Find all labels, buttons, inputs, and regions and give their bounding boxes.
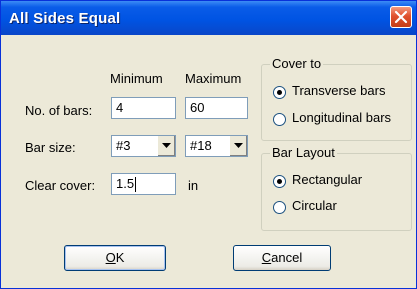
longitudinal-bars-radio[interactable] — [273, 113, 286, 126]
no-of-bars-label: No. of bars: — [25, 103, 93, 118]
chevron-down-icon[interactable] — [229, 136, 247, 156]
max-bar-size-value: #18 — [190, 138, 212, 153]
dialog-window: All Sides Equal Minimum Maximum No. of b… — [0, 0, 417, 289]
longitudinal-bars-label[interactable]: Longitudinal bars — [292, 110, 391, 125]
cover-to-group: Cover to Transverse bars Longitudinal ba… — [261, 56, 412, 141]
rectangular-radio[interactable] — [273, 175, 286, 188]
maximum-header: Maximum — [185, 71, 242, 86]
bar-layout-group: Bar Layout Rectangular Circular — [261, 145, 412, 231]
cancel-label-rest: ancel — [271, 250, 303, 265]
ok-label-rest: K — [115, 250, 125, 265]
clear-cover-label: Clear cover: — [25, 178, 96, 193]
min-bar-size-select[interactable]: #3 — [111, 135, 176, 157]
bar-size-label: Bar size: — [25, 140, 76, 155]
cover-to-title: Cover to — [270, 56, 324, 71]
cancel-mnemonic: C — [261, 250, 272, 265]
close-icon[interactable] — [390, 6, 412, 28]
minimum-header: Minimum — [110, 71, 163, 86]
transverse-bars-label[interactable]: Transverse bars — [292, 83, 385, 98]
ok-mnemonic: O — [105, 250, 116, 265]
title-bar[interactable]: All Sides Equal — [1, 1, 416, 35]
max-bars-value: 60 — [190, 100, 205, 115]
rectangular-label[interactable]: Rectangular — [292, 172, 362, 187]
min-bars-value: 4 — [116, 100, 124, 115]
clear-cover-value: 1.5 — [116, 176, 135, 191]
min-bars-input[interactable]: 4 — [111, 97, 176, 119]
circular-radio[interactable] — [273, 201, 286, 214]
min-bar-size-value: #3 — [116, 138, 131, 153]
cancel-button[interactable]: Cancel — [233, 245, 331, 271]
circular-label[interactable]: Circular — [292, 198, 337, 213]
max-bars-input[interactable]: 60 — [185, 97, 248, 119]
text-caret — [135, 177, 137, 193]
transverse-bars-radio[interactable] — [273, 86, 286, 99]
max-bar-size-select[interactable]: #18 — [185, 135, 248, 157]
clear-cover-input[interactable]: 1.5 — [111, 173, 176, 195]
ok-button[interactable]: OK — [64, 245, 166, 271]
clear-cover-unit: in — [188, 178, 199, 193]
bar-layout-title: Bar Layout — [270, 145, 337, 160]
window-title: All Sides Equal — [9, 10, 121, 27]
chevron-down-icon[interactable] — [157, 136, 175, 156]
dialog-body: Minimum Maximum No. of bars: 4 60 Bar si… — [4, 35, 413, 285]
